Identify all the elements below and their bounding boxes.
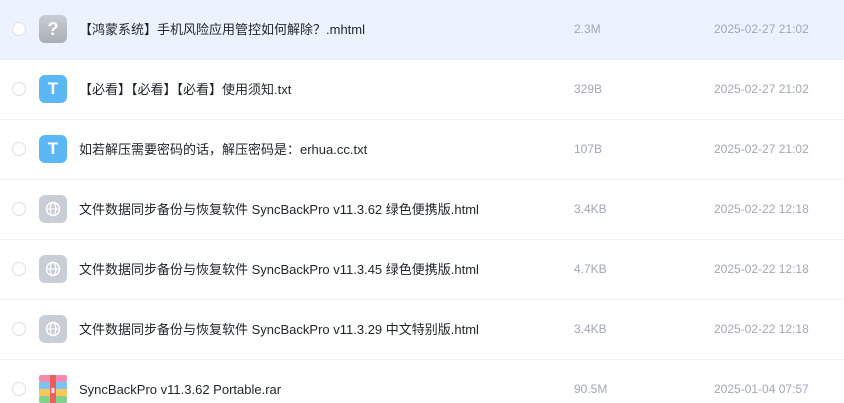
file-size: 3.4KB	[574, 202, 607, 216]
file-size: 3.4KB	[574, 322, 607, 336]
file-row[interactable]: SyncBackPro v11.3.62 Portable.rar 90.5M …	[0, 360, 844, 403]
row-checkbox[interactable]	[12, 142, 26, 156]
rar-archive-icon	[39, 375, 67, 403]
row-checkbox[interactable]	[12, 262, 26, 276]
globe-icon	[45, 201, 61, 217]
file-name[interactable]: 文件数据同步备份与恢复软件 SyncBackPro v11.3.29 中文特别版…	[79, 300, 479, 359]
file-date: 2025-02-27 21:02	[714, 82, 809, 96]
file-name[interactable]: 【鸿蒙系统】手机风险应用管控如何解除？.mhtml	[79, 0, 365, 59]
row-checkbox[interactable]	[12, 82, 26, 96]
file-name[interactable]: SyncBackPro v11.3.62 Portable.rar	[79, 360, 281, 403]
file-date: 2025-02-22 12:18	[714, 322, 809, 336]
unknown-file-glyph: ?	[47, 18, 59, 39]
file-name[interactable]: 文件数据同步备份与恢复软件 SyncBackPro v11.3.45 绿色便携版…	[79, 240, 479, 299]
file-row[interactable]: 文件数据同步备份与恢复软件 SyncBackPro v11.3.45 绿色便携版…	[0, 240, 844, 300]
file-size: 2.3M	[574, 22, 601, 36]
file-date: 2025-02-22 12:18	[714, 202, 809, 216]
file-date: 2025-02-22 12:18	[714, 262, 809, 276]
html-file-icon	[39, 315, 67, 343]
file-row[interactable]: T 【必看】【必看】【必看】使用须知.txt 329B 2025-02-27 2…	[0, 60, 844, 120]
file-row[interactable]: ? 【鸿蒙系统】手机风险应用管控如何解除？.mhtml 2.3M 2025-02…	[0, 0, 844, 60]
file-date: 2025-02-27 21:02	[714, 142, 809, 156]
row-checkbox[interactable]	[12, 322, 26, 336]
row-checkbox[interactable]	[12, 202, 26, 216]
archive-stripes-icon	[39, 375, 67, 403]
file-size: 90.5M	[574, 382, 608, 396]
file-row[interactable]: 文件数据同步备份与恢复软件 SyncBackPro v11.3.62 绿色便携版…	[0, 180, 844, 240]
html-file-icon	[39, 255, 67, 283]
file-name[interactable]: 如若解压需要密码的话，解压密码是：erhua.cc.txt	[79, 120, 367, 179]
file-date: 2025-02-27 21:02	[714, 22, 809, 36]
row-checkbox[interactable]	[12, 382, 26, 396]
txt-file-glyph: T	[47, 79, 59, 98]
html-file-icon	[39, 195, 67, 223]
file-date: 2025-01-04 07:57	[714, 382, 809, 396]
file-size: 4.7KB	[574, 262, 607, 276]
unknown-file-icon: ?	[39, 15, 67, 43]
txt-file-glyph: T	[47, 139, 59, 158]
globe-icon	[45, 261, 61, 277]
file-name[interactable]: 【必看】【必看】【必看】使用须知.txt	[79, 60, 291, 119]
row-checkbox[interactable]	[12, 22, 26, 36]
file-name[interactable]: 文件数据同步备份与恢复软件 SyncBackPro v11.3.62 绿色便携版…	[79, 180, 479, 239]
txt-file-icon: T	[39, 75, 67, 103]
file-size: 107B	[574, 142, 603, 156]
file-list: ? 【鸿蒙系统】手机风险应用管控如何解除？.mhtml 2.3M 2025-02…	[0, 0, 844, 403]
globe-icon	[45, 321, 61, 337]
file-size: 329B	[574, 82, 603, 96]
file-row[interactable]: T 如若解压需要密码的话，解压密码是：erhua.cc.txt 107B 202…	[0, 120, 844, 180]
txt-file-icon: T	[39, 135, 67, 163]
file-row[interactable]: 文件数据同步备份与恢复软件 SyncBackPro v11.3.29 中文特别版…	[0, 300, 844, 360]
